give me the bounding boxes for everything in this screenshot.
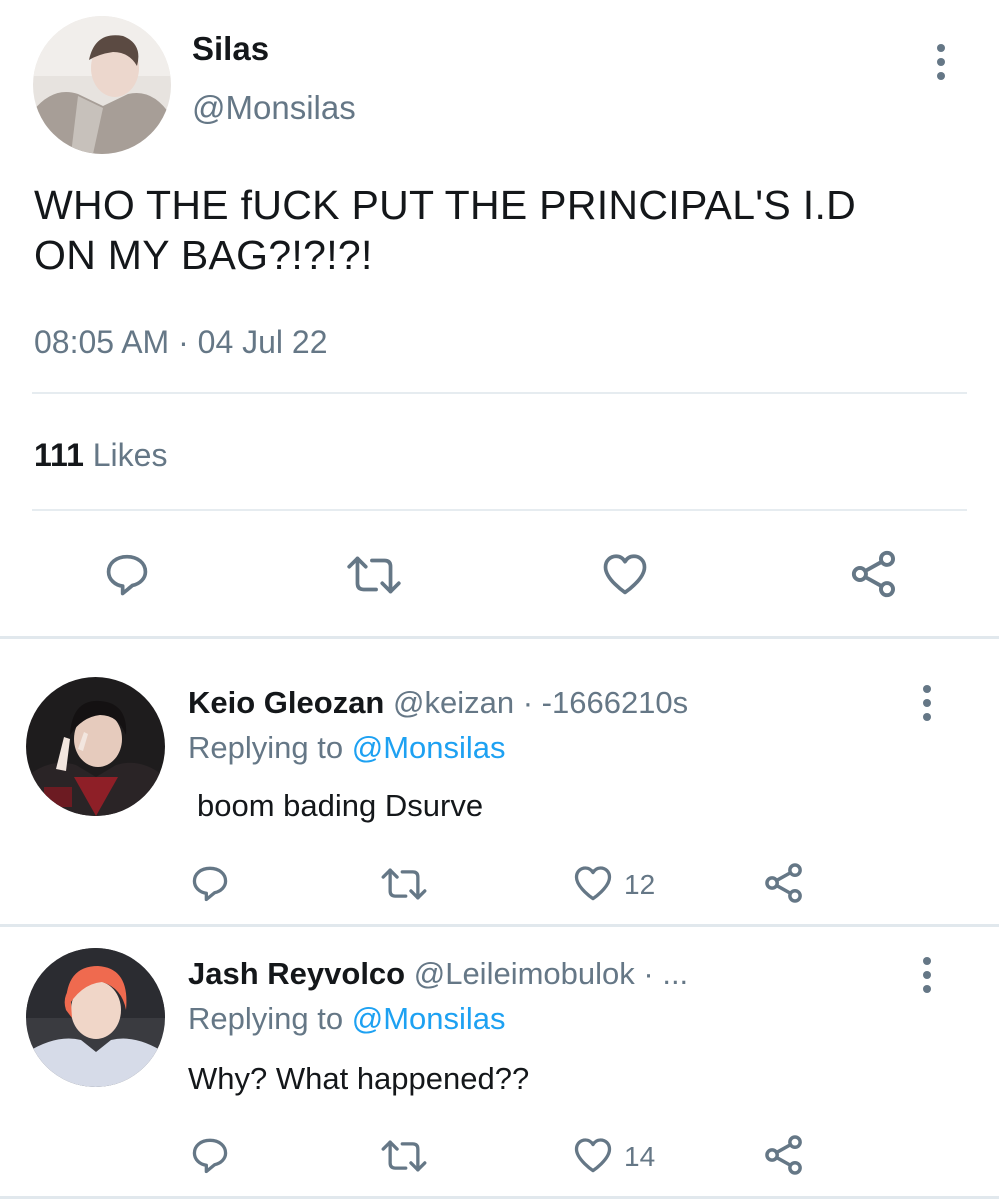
tweet-text: WHO THE fUCK PUT THE PRINCIPAL'S I.D ON …: [34, 180, 974, 280]
replying-label: Replying to: [188, 1001, 344, 1036]
reply-icon[interactable]: [188, 1133, 232, 1177]
likes-stat[interactable]: 111 Likes: [34, 437, 167, 474]
reply-text: boom bading Dsurve: [197, 788, 484, 823]
reply-header: Keio Gleozan @keizan · -1666210s: [188, 685, 688, 721]
retweet-icon[interactable]: [378, 1135, 430, 1177]
reply-avatar[interactable]: [26, 948, 165, 1087]
replying-to-link[interactable]: @Monsilas: [352, 730, 506, 765]
section-divider: [0, 924, 999, 927]
reply-text: Why? What happened??: [188, 1061, 530, 1096]
reply-header: Jash Reyvolco @Leileimobulok · ...: [188, 956, 688, 992]
share-icon[interactable]: [762, 1133, 806, 1177]
replying-to: Replying to @Monsilas: [188, 1001, 506, 1037]
reply-icon[interactable]: [188, 861, 232, 905]
divider: [32, 392, 967, 394]
replying-label: Replying to: [188, 730, 344, 765]
replying-to-link[interactable]: @Monsilas: [352, 1001, 506, 1036]
reply-time: · -1666210s: [522, 685, 689, 720]
share-icon[interactable]: [762, 861, 806, 905]
likes-label: Likes: [92, 437, 168, 473]
tweet-time: 08:05 AM: [34, 324, 170, 360]
tweet-text-line-2: ON MY BAG?!?!?!: [34, 232, 373, 278]
like-count: 12: [624, 869, 656, 900]
likes-count: 111: [34, 437, 84, 473]
tweet-date: 04 Jul 22: [197, 324, 328, 360]
reply-author-name[interactable]: Jash Reyvolco: [188, 956, 405, 991]
retweet-icon[interactable]: [343, 550, 405, 600]
author-name[interactable]: Silas: [192, 30, 269, 68]
section-divider: [0, 1196, 999, 1199]
share-icon[interactable]: [848, 548, 900, 600]
reply-avatar[interactable]: [26, 677, 165, 816]
more-icon[interactable]: [935, 44, 947, 86]
retweet-icon[interactable]: [378, 863, 430, 905]
reply-icon[interactable]: [101, 548, 153, 600]
like-count: 14: [624, 1141, 656, 1172]
reply-author-handle[interactable]: @Leileimobulok: [414, 956, 635, 991]
tweet-text-line-1: WHO THE fUCK PUT THE PRINCIPAL'S I.D: [34, 182, 857, 228]
author-avatar[interactable]: [33, 16, 171, 154]
author-handle[interactable]: @Monsilas: [192, 89, 356, 127]
reply-author-name[interactable]: Keio Gleozan: [188, 685, 384, 720]
reply-time: · ...: [643, 956, 689, 991]
divider: [32, 509, 967, 511]
meta-separator: ·: [178, 324, 189, 360]
like-icon[interactable]: [570, 1133, 616, 1177]
section-divider: [0, 636, 999, 639]
tweet-timestamp: 08:05 AM · 04 Jul 22: [34, 324, 328, 361]
more-icon[interactable]: [921, 957, 933, 999]
like-icon[interactable]: [598, 548, 652, 600]
reply-author-handle[interactable]: @keizan: [393, 685, 514, 720]
like-icon[interactable]: [570, 861, 616, 905]
more-icon[interactable]: [921, 685, 933, 727]
replying-to: Replying to @Monsilas: [188, 730, 506, 766]
